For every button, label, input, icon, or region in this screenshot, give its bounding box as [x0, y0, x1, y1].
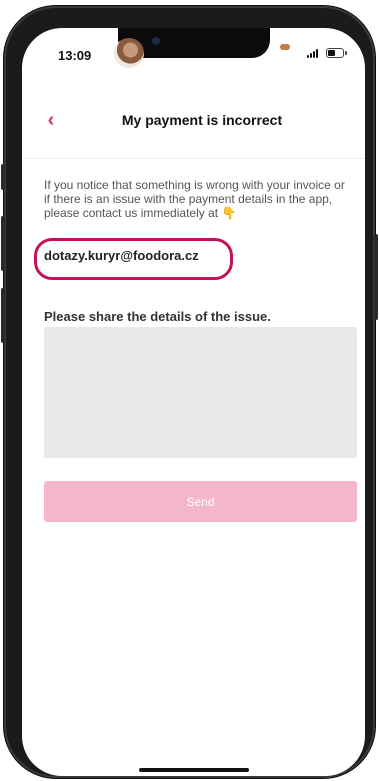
- activity-indicator-icon: [280, 44, 290, 50]
- camera-icon: [152, 37, 160, 45]
- pointing-down-hand-icon: 👇: [221, 206, 237, 220]
- info-paragraph: If you notice that something is wrong wi…: [44, 178, 352, 220]
- issue-details-label: Please share the details of the issue.: [44, 309, 271, 324]
- back-button[interactable]: ‹: [39, 108, 63, 132]
- status-bar: 13:09: [22, 28, 365, 80]
- home-indicator[interactable]: [139, 768, 249, 772]
- battery-icon: [326, 48, 347, 58]
- signal-icon: [307, 49, 318, 58]
- power-button: [374, 234, 378, 320]
- volume-up-button: [1, 216, 5, 271]
- volume-down-button: [1, 288, 5, 343]
- header-divider: [22, 158, 365, 159]
- info-text: If you notice that something is wrong wi…: [44, 178, 345, 220]
- mute-switch: [1, 164, 5, 190]
- status-time: 13:09: [58, 48, 92, 63]
- avatar-icon: [114, 38, 144, 68]
- screen: 13:09 ‹ My payment is incorrect If you n…: [22, 28, 365, 776]
- page-title: My payment is incorrect: [121, 112, 283, 128]
- app-header: ‹ My payment is incorrect: [22, 102, 365, 142]
- support-email-link[interactable]: dotazy.kuryr@foodora.cz: [44, 248, 199, 263]
- issue-details-textarea[interactable]: [44, 327, 357, 458]
- phone-frame: 13:09 ‹ My payment is incorrect If you n…: [1, 6, 378, 778]
- send-button[interactable]: Send: [44, 481, 357, 522]
- chevron-left-icon: ‹: [47, 108, 55, 131]
- stage: 13:09 ‹ My payment is incorrect If you n…: [0, 0, 379, 781]
